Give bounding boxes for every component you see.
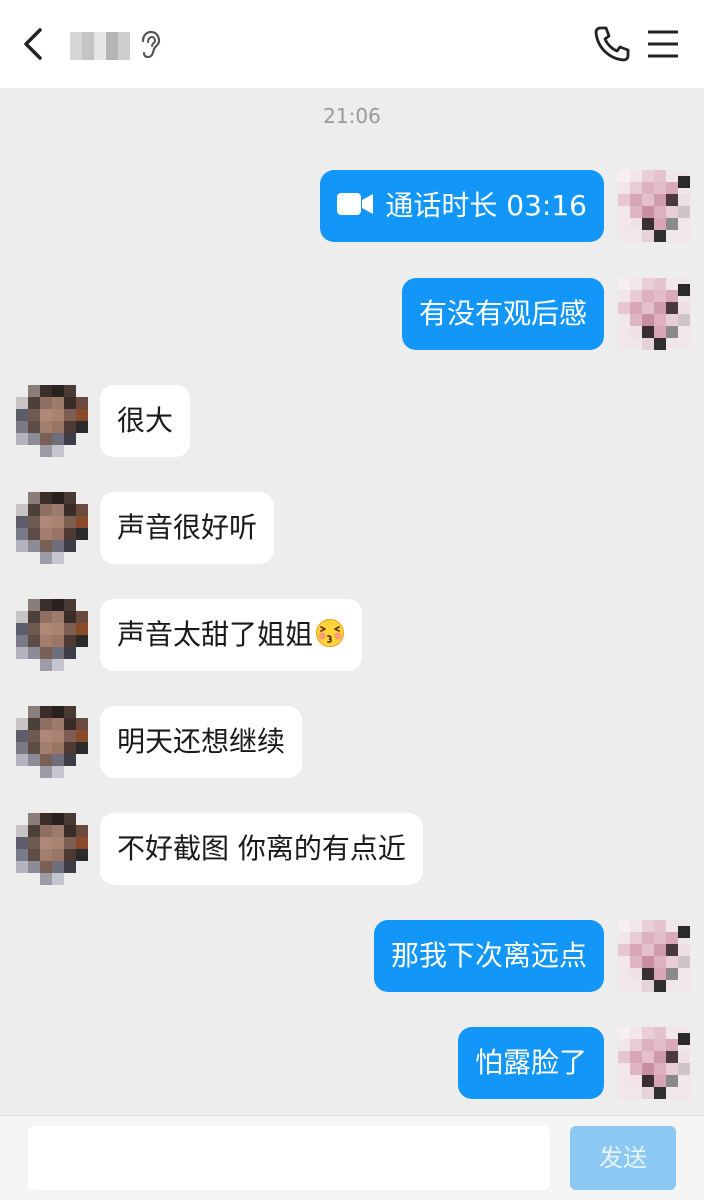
menu-icon[interactable] [646, 28, 680, 60]
message-timestamp: 21:06 [323, 104, 381, 128]
chat-header [0, 0, 704, 88]
my-avatar[interactable] [618, 170, 690, 242]
message-row: 不好截图 你离的有点近 [0, 813, 704, 885]
message-row: 那我下次离远点 [0, 920, 704, 992]
contact-avatar[interactable] [16, 706, 88, 778]
message-text: 声音太甜了姐姐 [117, 618, 314, 651]
ear-icon [141, 30, 161, 59]
video-camera-icon [337, 193, 374, 215]
message-input-bar: 发送 [0, 1115, 704, 1200]
contact-avatar[interactable] [16, 385, 88, 457]
call-record-bubble[interactable]: 通话时长 03:16 [320, 170, 604, 242]
phone-icon[interactable] [592, 24, 632, 64]
back-chevron-icon[interactable] [18, 26, 52, 62]
message-row: 很大 [0, 385, 704, 457]
call-duration-text: 通话时长 03:16 [385, 189, 587, 222]
message-input[interactable] [28, 1126, 550, 1190]
contact-avatar[interactable] [16, 599, 88, 671]
kissing-face-emoji-icon [315, 618, 345, 648]
message-row: 怕露脸了 [0, 1027, 704, 1099]
contact-name [70, 32, 130, 60]
message-bubble-outgoing[interactable]: 有没有观后感 [401, 278, 604, 350]
message-bubble-incoming[interactable]: 声音很好听 [100, 492, 275, 564]
message-bubble-incoming[interactable]: 声音太甜了姐姐 [100, 599, 363, 671]
my-avatar[interactable] [618, 278, 690, 350]
message-row: 明天还想继续 [0, 706, 704, 778]
message-row: 声音太甜了姐姐 [0, 599, 704, 671]
message-bubble-outgoing[interactable]: 怕露脸了 [457, 1027, 604, 1099]
send-button[interactable]: 发送 [570, 1126, 676, 1190]
message-bubble-incoming[interactable]: 明天还想继续 [100, 706, 303, 778]
message-bubble-incoming[interactable]: 不好截图 你离的有点近 [100, 813, 423, 885]
my-avatar[interactable] [618, 920, 690, 992]
contact-avatar[interactable] [16, 492, 88, 564]
contact-avatar[interactable] [16, 813, 88, 885]
message-bubble-outgoing[interactable]: 那我下次离远点 [373, 920, 604, 992]
my-avatar[interactable] [618, 1027, 690, 1099]
message-bubble-incoming[interactable]: 很大 [100, 385, 191, 457]
message-row: 有没有观后感 [0, 278, 704, 350]
message-row: 通话时长 03:16 [0, 170, 704, 242]
message-row: 声音很好听 [0, 492, 704, 564]
